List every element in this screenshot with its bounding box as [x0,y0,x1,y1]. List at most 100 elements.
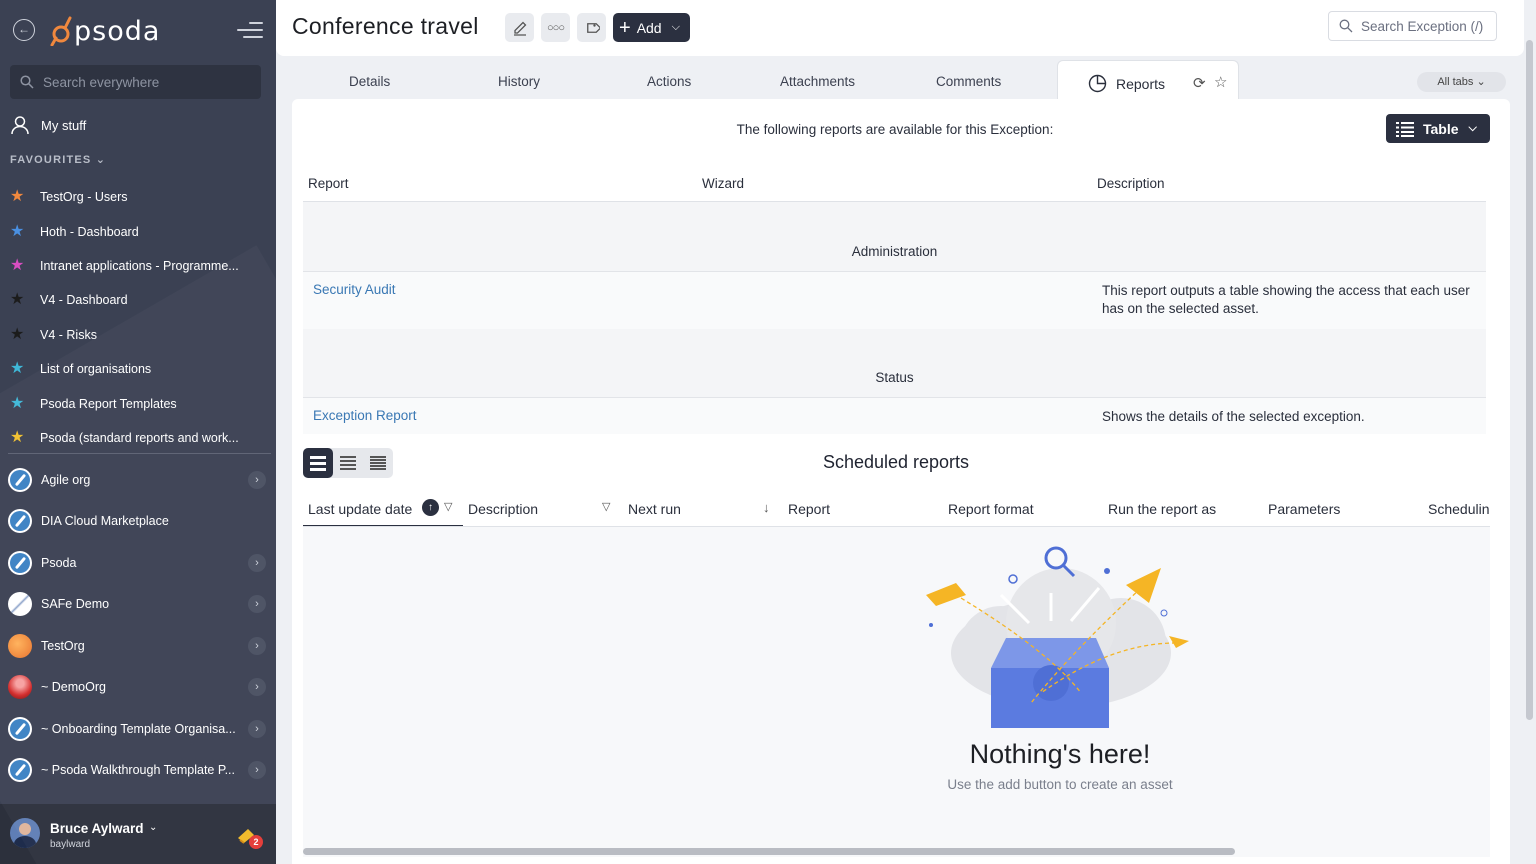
org-label: SAFe Demo [41,597,110,612]
favourite-item[interactable]: ★ Intranet applications - Programme... [10,249,266,283]
star-icon: ★ [10,325,25,343]
compass-icon [8,550,32,575]
favourites-list: ★ TestOrg - Users ★ Hoth - Dashboard ★ Intr… [10,180,266,455]
collapse-sidebar-icon[interactable] [237,22,263,40]
chevron-down-icon: ⌵ [671,21,680,33]
org-item[interactable]: Psoda › [8,542,270,584]
tab-reports[interactable]: Reports ⟳ ☆ [1057,60,1239,100]
favourite-item[interactable]: ★ Psoda Report Templates [10,386,266,420]
org-label: Psoda [41,555,77,570]
column-parameters[interactable]: Parameters [1268,501,1340,517]
favourite-label: Psoda (standard reports and work... [40,430,239,445]
favourite-item[interactable]: ★ List of organisations [10,352,266,386]
user-icon [11,116,29,135]
global-search-input[interactable] [43,74,243,90]
favourite-label: V4 - Risks [40,327,97,342]
compass-icon [8,716,32,741]
sidebar: ← psoda My stuff FAVOURITES ⌄ ★ TestOrg -… [0,0,276,864]
favourite-item[interactable]: ★ Psoda (standard reports and work... [10,421,266,455]
org-item[interactable]: TestOrg › [8,625,270,667]
exception-search[interactable]: Search Exception (/) [1328,11,1497,41]
org-item[interactable]: SAFe Demo › [8,584,270,626]
user-panel[interactable]: Bruce Aylward ⌄ baylward 2 [0,804,276,864]
org-label: DIA Cloud Marketplace [41,514,169,529]
notifications-button[interactable]: 2 [236,826,263,852]
chevron-down-icon: ⌄ [1476,76,1486,88]
my-stuff-link[interactable]: My stuff [10,114,86,136]
refresh-icon[interactable]: ⟳ [1193,74,1206,92]
org-label: TestOrg [41,638,85,653]
sort-down-icon[interactable]: ↓ [763,500,770,515]
chevron-right-icon[interactable]: › [248,553,266,572]
list-icon [1396,121,1414,137]
empty-state-subtitle: Use the add button to create an asset [947,777,1173,792]
scheduled-table-header: Last update date ↑ ▽ Description ▽ Next … [303,489,1490,527]
chevron-right-icon[interactable]: › [248,719,266,738]
back-icon[interactable]: ← [13,19,35,41]
more-options-button[interactable]: ○○○ [541,13,570,42]
column-next-run[interactable]: Next run [628,501,681,517]
my-stuff-label: My stuff [41,117,87,133]
tab-attachments[interactable]: Attachments [780,74,855,89]
org-item[interactable]: Agile org › [8,459,270,501]
report-link[interactable]: Exception Report [313,408,417,423]
safe-demo-avatar [8,592,32,617]
plus-icon: + [619,16,631,39]
favourite-label: V4 - Dashboard [40,293,128,308]
logo-text: psoda [74,15,161,47]
column-run-as[interactable]: Run the report as [1108,501,1216,517]
favourite-item[interactable]: ★ V4 - Risks [10,318,266,352]
global-search[interactable] [10,65,261,99]
favourite-item[interactable]: ★ Hoth - Dashboard [10,214,266,248]
column-description[interactable]: Description [468,501,538,517]
table-view-dropdown[interactable]: Table ⌵ [1386,114,1490,143]
column-description[interactable]: Description [1097,176,1165,191]
pencil-icon [513,21,526,36]
chevron-down-icon[interactable]: ⌄ [149,822,157,833]
filter-icon[interactable]: ▽ [444,500,452,513]
column-scheduling[interactable]: Schedulin [1428,501,1490,517]
psoda-logo[interactable]: psoda [50,14,160,48]
chevron-right-icon[interactable]: › [248,595,266,614]
edit-button[interactable] [505,13,534,42]
all-tabs-dropdown[interactable]: All tabs ⌄ [1417,72,1506,92]
tab-history[interactable]: History [498,74,540,89]
all-tabs-label: All tabs [1437,76,1474,88]
org-item[interactable]: DIA Cloud Marketplace [8,501,270,543]
page-scrollbar[interactable] [1526,40,1533,720]
org-item[interactable]: ~ DemoOrg › [8,667,270,709]
tab-actions[interactable]: Actions [647,74,691,89]
favourite-item[interactable]: ★ TestOrg - Users [10,180,266,214]
column-last-update-date[interactable]: Last update date [308,501,412,517]
column-wizard[interactable]: Wizard [702,176,744,191]
report-link[interactable]: Security Audit [313,282,396,297]
tag-button[interactable] [577,13,606,42]
testorg-avatar [8,633,32,658]
column-report[interactable]: Report [788,501,830,517]
compass-icon [8,467,32,492]
report-row: Security Audit This report outputs a tab… [303,272,1486,329]
star-icon: ★ [10,291,25,309]
column-report-format[interactable]: Report format [948,501,1034,517]
chevron-right-icon[interactable]: › [248,636,266,655]
favourites-toggle[interactable]: FAVOURITES ⌄ [10,153,106,166]
star-icon: ★ [10,360,25,378]
exception-search-placeholder: Search Exception (/) [1361,18,1484,34]
horizontal-scrollbar[interactable] [303,848,1235,855]
tab-comments[interactable]: Comments [936,74,1001,89]
logo-mark-icon [50,16,72,46]
star-outline-icon[interactable]: ☆ [1214,73,1227,91]
favourites-label: FAVOURITES [10,154,92,166]
chevron-right-icon[interactable]: › [248,470,266,489]
favourite-item[interactable]: ★ V4 - Dashboard [10,283,266,317]
page-header: Conference travel ○○○ + Add ⌵ Search Excep… [276,0,1524,56]
filter-icon[interactable]: ▽ [602,500,610,513]
column-report[interactable]: Report [308,176,349,191]
report-group-label: Administration [851,244,938,259]
sidebar-divider [8,453,271,454]
chevron-right-icon[interactable]: › [248,678,266,697]
notification-badge: 2 [249,835,263,849]
tab-details[interactable]: Details [349,74,390,89]
add-button[interactable]: + Add ⌵ [613,13,690,42]
sort-ascending-icon[interactable]: ↑ [422,499,439,516]
